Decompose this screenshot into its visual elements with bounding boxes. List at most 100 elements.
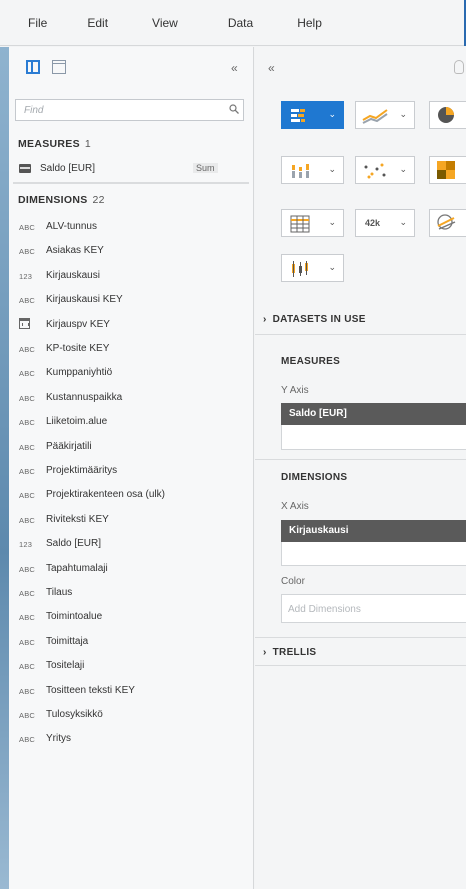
menu-file[interactable]: File: [28, 16, 47, 30]
dimension-item[interactable]: ABC Toimintoalue: [9, 607, 254, 627]
dimension-item[interactable]: 123 Kirjauskausi: [9, 266, 254, 286]
dimensions-title: DIMENSIONS: [18, 194, 88, 206]
y-axis-label: Y Axis: [281, 385, 309, 396]
list-view-icon[interactable]: [26, 60, 40, 74]
table-chart-icon: [290, 215, 310, 233]
numeric-type-icon: 123: [19, 271, 33, 281]
text-type-icon: ABC: [19, 393, 36, 403]
dimension-label: Tositelaji: [46, 660, 85, 672]
dimension-label: Asiakas KEY: [46, 245, 104, 257]
text-type-icon: ABC: [19, 662, 36, 672]
desktop-background: [0, 47, 9, 889]
chart-type-scatter[interactable]: ⌄: [355, 156, 415, 184]
data-panel: « MEASURES 1 Saldo [EUR] Sum DIMENSIONS 22…: [9, 47, 254, 889]
menu-view[interactable]: View: [152, 16, 178, 30]
calendar-icon: [19, 317, 30, 329]
search-icon[interactable]: [229, 104, 239, 114]
dimension-label: Yritys: [46, 733, 71, 745]
menu-data[interactable]: Data: [228, 16, 253, 30]
dimension-label: Tilaus: [46, 587, 73, 598]
measures-group-title: MEASURES: [281, 356, 341, 367]
chevron-down-icon: ⌄: [399, 109, 407, 119]
text-type-icon: ABC: [19, 564, 36, 574]
measures-header: MEASURES 1: [18, 138, 91, 150]
text-type-icon: ABC: [19, 442, 36, 452]
dimension-item[interactable]: ABC KP-tosite KEY: [9, 339, 254, 359]
chart-type-bar[interactable]: ⌄: [281, 101, 344, 129]
section-divider: [255, 334, 466, 335]
dimension-label: Tositteen teksti KEY: [46, 684, 135, 696]
dimension-item[interactable]: ABC Toimittaja: [9, 632, 254, 652]
trellis-header[interactable]: › TRELLIS: [263, 647, 316, 658]
dimension-item[interactable]: ABC Tilaus: [9, 583, 254, 603]
chart-type-numeric-point[interactable]: 42k ⌄: [355, 209, 415, 237]
collapse-panel-icon[interactable]: «: [231, 61, 238, 75]
numeric-type-icon: 123: [19, 540, 33, 550]
dimension-label: Kirjauskausi KEY: [46, 294, 123, 306]
dimension-item[interactable]: ABC Yritys: [9, 729, 254, 749]
datasets-in-use-label: DATASETS IN USE: [272, 314, 366, 325]
datasets-in-use-header[interactable]: › DATASETS IN USE: [263, 314, 366, 325]
text-type-icon: ABC: [19, 735, 36, 745]
menu-edit[interactable]: Edit: [87, 16, 108, 30]
column-chart-icon: [292, 164, 309, 178]
chevron-down-icon: ⌄: [328, 164, 336, 174]
text-type-icon: ABC: [19, 247, 36, 257]
lightbulb-icon[interactable]: [454, 60, 464, 74]
dimension-item[interactable]: ABC Projektirakenteen osa (ulk): [9, 485, 254, 505]
numeric-point-icon: 42k: [365, 218, 381, 228]
y-axis-measure-pill[interactable]: Saldo [EUR]: [281, 403, 466, 425]
chart-type-pie[interactable]: [429, 101, 466, 129]
dimension-label: Saldo [EUR]: [46, 538, 102, 550]
dimension-label: Riviteksti KEY: [46, 513, 109, 525]
dimension-item[interactable]: ABC Projektimääritys: [9, 461, 254, 481]
dimension-label: Pääkirjatili: [46, 440, 92, 452]
dimension-item[interactable]: ABC Asiakas KEY: [9, 241, 254, 261]
dimension-label: Toimintoalue: [46, 611, 103, 623]
chevron-right-icon: ›: [263, 647, 267, 658]
chart-type-heatmap[interactable]: [429, 156, 466, 184]
dimension-item[interactable]: ABC Kumppaniyhtiö: [9, 363, 254, 383]
measures-title: MEASURES: [18, 138, 80, 150]
dimension-label: Toimittaja: [46, 635, 89, 647]
text-type-icon: ABC: [19, 418, 36, 428]
dimension-item[interactable]: ABC Tositelaji: [9, 656, 254, 676]
line-chart-icon: [362, 109, 388, 124]
dimension-item[interactable]: 123 Saldo [EUR]: [9, 534, 254, 554]
dimension-label: Projektirakenteen osa (ulk): [46, 489, 165, 501]
chart-type-column[interactable]: ⌄: [281, 156, 344, 184]
dimension-item[interactable]: ABC Tulosyksikkö: [9, 705, 254, 725]
section-divider: [255, 459, 466, 460]
text-type-icon: ABC: [19, 686, 36, 696]
text-type-icon: ABC: [19, 467, 36, 476]
x-axis-dimension-pill[interactable]: Kirjauskausi: [281, 520, 466, 542]
dimension-label: ALV-tunnus: [46, 221, 97, 232]
panel-view-icon[interactable]: [52, 60, 66, 74]
text-type-icon: ABC: [19, 296, 36, 306]
dimension-item[interactable]: ABC Pääkirjatili: [9, 437, 254, 457]
dimension-item[interactable]: ABC Tapahtumalaji: [9, 559, 254, 579]
dimension-item[interactable]: ABC Kustannuspaikka: [9, 388, 254, 408]
find-input[interactable]: [15, 99, 244, 121]
chart-type-line[interactable]: ⌄: [355, 101, 415, 129]
color-label: Color: [281, 576, 305, 587]
dimension-item[interactable]: ABC ALV-tunnus: [9, 217, 254, 237]
measure-item[interactable]: Saldo [EUR] Sum: [9, 159, 254, 179]
dimension-item[interactable]: ABC Riviteksti KEY: [9, 510, 254, 530]
text-type-icon: ABC: [19, 223, 36, 232]
chevron-right-icon: ›: [263, 314, 267, 325]
chart-type-geo[interactable]: [429, 209, 466, 237]
aggregation-badge[interactable]: Sum: [193, 163, 218, 173]
chevron-down-icon: ⌄: [399, 164, 407, 174]
chevron-down-icon: ⌄: [328, 109, 336, 119]
chart-type-table[interactable]: ⌄: [281, 209, 344, 237]
collapse-builder-icon[interactable]: «: [268, 61, 275, 75]
text-type-icon: ABC: [19, 345, 36, 354]
chart-type-boxplot[interactable]: ⌄: [281, 254, 344, 282]
measures-count: 1: [84, 138, 92, 150]
dimension-item[interactable]: ABC Liiketoim.alue: [9, 412, 254, 432]
dimension-item[interactable]: ABC Kirjauskausi KEY: [9, 290, 254, 310]
dimension-item[interactable]: ABC Tositteen teksti KEY: [9, 681, 254, 701]
dimension-item[interactable]: Kirjauspv KEY: [9, 315, 254, 335]
menu-help[interactable]: Help: [297, 16, 322, 30]
